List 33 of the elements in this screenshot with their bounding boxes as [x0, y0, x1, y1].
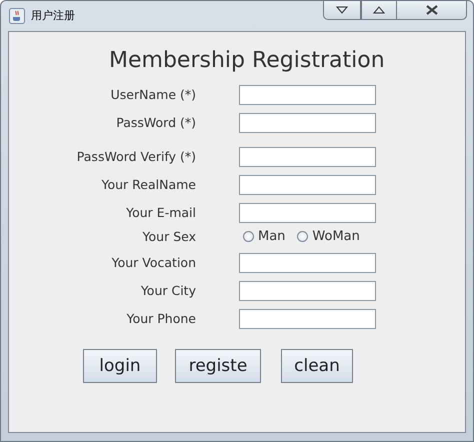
close-button[interactable] [397, 1, 467, 20]
field-label: Your RealName [102, 177, 196, 193]
field-label: Your Phone [126, 311, 196, 327]
input-field[interactable] [239, 175, 376, 195]
minimize-button[interactable] [323, 1, 361, 20]
coffee-cup-icon [9, 8, 25, 24]
radio-button[interactable] [243, 231, 254, 242]
field-label: Your Sex [142, 229, 196, 245]
field-label: PassWord (*) [116, 115, 196, 131]
action-button[interactable]: registe [175, 349, 261, 383]
input-field[interactable] [239, 253, 376, 273]
field-label: PassWord Verify (*) [76, 149, 196, 165]
window-title: 用户注册 [31, 8, 75, 23]
action-button[interactable]: clean [281, 349, 353, 383]
field-label: UserName (*) [110, 87, 196, 103]
maximize-button[interactable] [361, 1, 397, 20]
field-label: Your E-mail [126, 205, 196, 221]
input-field[interactable] [239, 147, 376, 167]
input-field[interactable] [239, 281, 376, 301]
radio-label: Man [258, 229, 286, 244]
close-icon [424, 5, 438, 15]
radio-label: WoMan [312, 229, 360, 244]
form-heading: Membership Registration [109, 48, 386, 73]
input-field[interactable] [239, 203, 376, 223]
action-button[interactable]: login [83, 349, 157, 383]
field-label: Your City [140, 283, 196, 299]
caret-down-icon [336, 6, 348, 14]
caret-up-icon [373, 6, 385, 14]
radio-button[interactable] [297, 231, 308, 242]
input-field[interactable] [239, 309, 376, 329]
input-field[interactable] [239, 113, 376, 133]
field-label: Your Vocation [112, 255, 196, 271]
input-field[interactable] [239, 85, 376, 105]
